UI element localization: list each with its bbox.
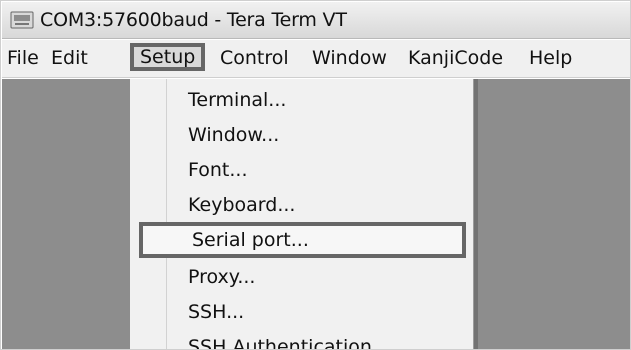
menu-window[interactable]: Window [312,45,387,71]
menu-item-terminal[interactable]: Terminal... [130,82,473,118]
menu-item-window[interactable]: Window... [130,117,473,153]
menu-shadow [474,79,478,349]
title-bar: COM3:57600baud - Tera Term VT [2,2,630,39]
menu-bar: File Edit Setup Control Window KanjiCode… [2,40,630,78]
menu-control[interactable]: Control [220,45,289,71]
menu-item-ssh[interactable]: SSH... [130,294,473,330]
menu-item-proxy[interactable]: Proxy... [130,259,473,295]
menu-item-ssh-authentication[interactable]: SSH Authentication... [130,329,473,349]
setup-dropdown-menu: Terminal... Window... Font... Keyboard..… [129,79,474,349]
menu-item-font[interactable]: Font... [130,152,473,188]
menu-item-serial-port[interactable]: Serial port... [139,222,466,258]
menu-help[interactable]: Help [529,45,572,71]
tera-term-window: COM3:57600baud - Tera Term VT File Edit … [0,0,631,350]
tera-term-icon [10,11,34,29]
menu-file[interactable]: File [7,45,39,71]
menu-item-keyboard[interactable]: Keyboard... [130,187,473,223]
menu-kanjicode[interactable]: KanjiCode [408,45,503,71]
menu-edit[interactable]: Edit [51,45,88,71]
window-title: COM3:57600baud - Tera Term VT [40,9,347,31]
menu-setup[interactable]: Setup [130,43,206,71]
